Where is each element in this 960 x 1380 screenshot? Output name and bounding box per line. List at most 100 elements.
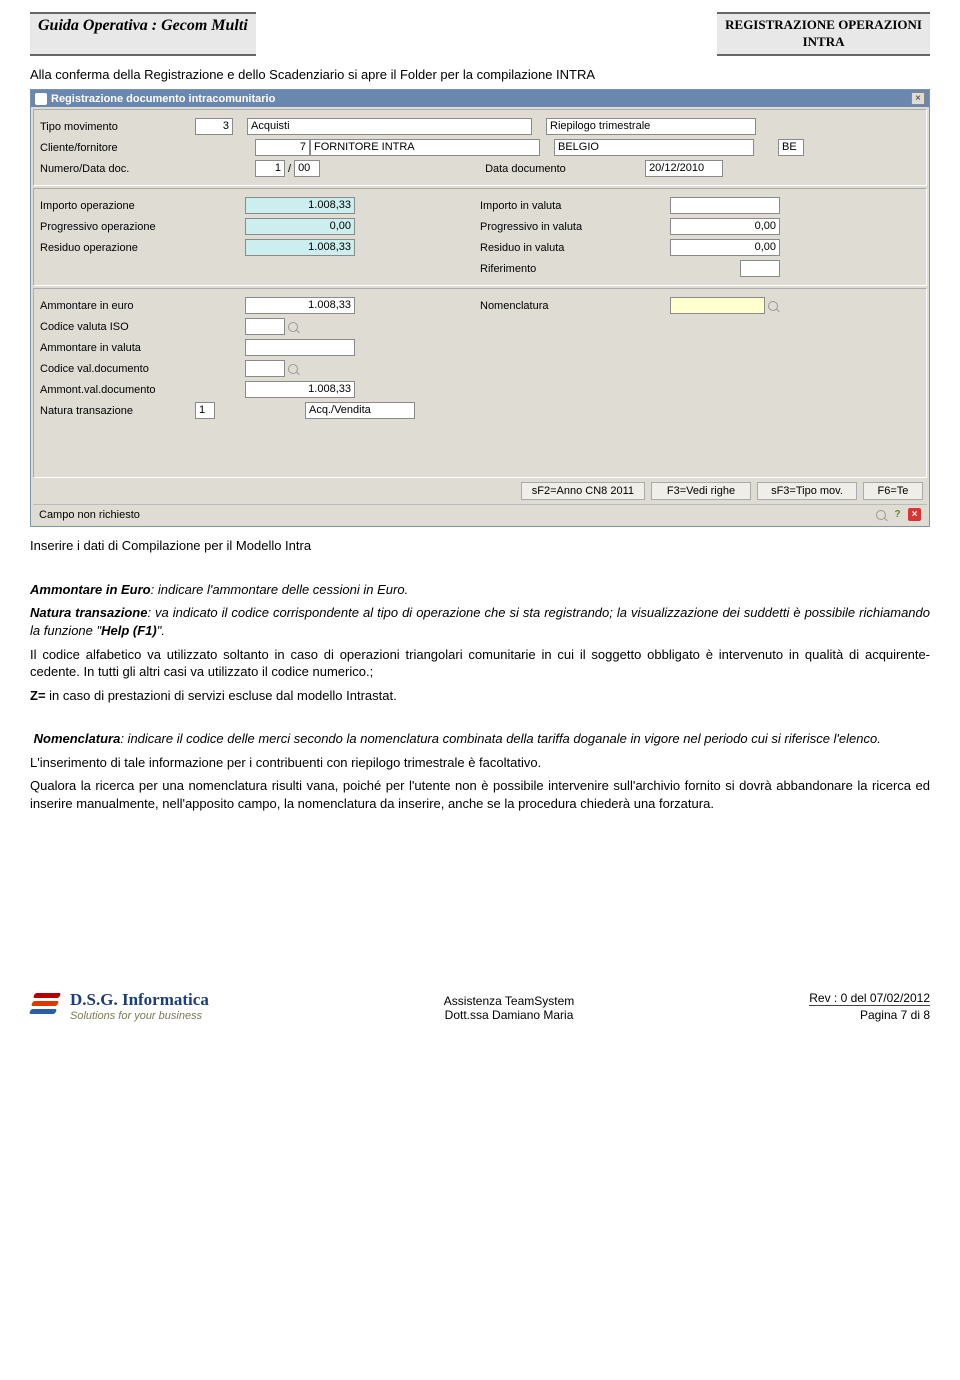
desc-text: ".: [157, 623, 165, 638]
header-right: REGISTRAZIONE OPERAZIONI INTRA: [717, 12, 930, 56]
lbl-cliente-fornitore: Cliente/fornitore: [40, 142, 195, 154]
help-icon[interactable]: ?: [891, 508, 904, 521]
lbl-ammontare-valuta: Ammontare in valuta: [40, 342, 195, 354]
panel-dettaglio: Ammontare in euro 1.008,33 Codice valuta…: [33, 288, 927, 478]
ammontare-valuta-field[interactable]: [245, 339, 355, 356]
paragraph-z: Z= in caso di prestazioni di servizi esc…: [30, 687, 930, 705]
logo-title: D.S.G. Informatica: [70, 990, 209, 1010]
lbl-natura-transazione: Natura transazione: [40, 405, 195, 417]
importo-valuta-field[interactable]: [670, 197, 780, 214]
paragraph-inserimento-facoltativo: L'inserimento di tale informazione per i…: [30, 754, 930, 772]
btn-anno-cn8[interactable]: sF2=Anno CN8 2011: [521, 482, 645, 500]
lbl-data-documento: Data documento: [485, 163, 605, 175]
panel-movimento: Tipo movimento 3 Acquisti Riepilogo trim…: [33, 109, 927, 186]
lbl-progressivo-operazione: Progressivo operazione: [40, 221, 195, 233]
importo-operazione-field[interactable]: 1.008,33: [245, 197, 355, 214]
ammont-val-documento-field[interactable]: 1.008,33: [245, 381, 355, 398]
desc-text: : va indicato il codice corrispondente a…: [30, 605, 930, 638]
desc-label: Nomenclatura: [34, 731, 121, 746]
header-right-line2: INTRA: [803, 34, 845, 49]
btn-vedi-righe[interactable]: F3=Vedi righe: [651, 482, 751, 500]
intro-paragraph: Alla conferma della Registrazione e dell…: [30, 66, 930, 84]
codice-valuta-iso-field[interactable]: [245, 318, 285, 335]
clifor-desc: FORNITORE INTRA: [310, 139, 540, 156]
num-doc-field[interactable]: 1: [255, 160, 285, 177]
iso-field: BE: [778, 139, 804, 156]
desc-label: Ammontare in Euro: [30, 582, 151, 597]
app-icon: [35, 93, 47, 105]
lbl-nomenclatura: Nomenclatura: [480, 300, 580, 312]
footer-author: Dott.ssa Damiano Maria: [444, 1008, 575, 1022]
help-hint: Help (F1): [101, 623, 157, 638]
header-left: Guida Operativa : Gecom Multi: [30, 12, 256, 56]
button-bar: sF2=Anno CN8 2011 F3=Vedi righe sF3=Tipo…: [33, 480, 927, 502]
clifor-code[interactable]: 7: [255, 139, 310, 156]
footer-center: Assistenza TeamSystem Dott.ssa Damiano M…: [444, 994, 575, 1022]
residuo-valuta-field[interactable]: 0,00: [670, 239, 780, 256]
lbl-residuo-operazione: Residuo operazione: [40, 242, 195, 254]
intra-window: Registrazione documento intracomunitario…: [30, 89, 930, 527]
ammontare-euro-field[interactable]: 1.008,33: [245, 297, 355, 314]
codice-val-documento-field[interactable]: [245, 360, 285, 377]
natura-transazione-code[interactable]: 1: [195, 402, 215, 419]
lbl-numero-data-doc: Numero/Data doc.: [40, 163, 195, 175]
search-icon[interactable]: [874, 508, 887, 521]
tipo-movimento-code[interactable]: 3: [195, 118, 233, 135]
paragraph-nomenclatura: Nomenclatura: indicare il codice delle m…: [30, 730, 930, 748]
progressivo-valuta-field[interactable]: 0,00: [670, 218, 780, 235]
logo-subtitle: Solutions for your business: [70, 1010, 209, 1022]
lbl-importo-operazione: Importo operazione: [40, 200, 195, 212]
page-header: Guida Operativa : Gecom Multi REGISTRAZI…: [30, 12, 930, 56]
desc-text: : indicare l'ammontare delle cessioni in…: [151, 582, 409, 597]
search-icon[interactable]: [768, 301, 778, 311]
status-bar: Campo non richiesto ? ×: [33, 504, 927, 524]
paragraph-codice-alfabetico: Il codice alfabetico va utilizzato solta…: [30, 646, 930, 681]
anno-doc-field[interactable]: 00: [294, 160, 320, 177]
footer-assistance: Assistenza TeamSystem: [444, 994, 575, 1008]
data-documento-field[interactable]: 20/12/2010: [645, 160, 723, 177]
lbl-ammontare-euro: Ammontare in euro: [40, 300, 195, 312]
progressivo-operazione-field[interactable]: 0,00: [245, 218, 355, 235]
lbl-codice-valuta-iso: Codice valuta ISO: [40, 321, 195, 333]
close-icon[interactable]: ×: [911, 92, 925, 105]
natura-transazione-desc: Acq./Vendita: [305, 402, 415, 419]
desc-text: : indicare il codice delle merci secondo…: [120, 731, 881, 746]
panel-importi: Importo operazione 1.008,33 Progressivo …: [33, 188, 927, 286]
lbl-importo-valuta: Importo in valuta: [480, 200, 630, 212]
lbl-codice-val-documento: Codice val.documento: [40, 363, 195, 375]
btn-tipo-mov[interactable]: sF3=Tipo mov.: [757, 482, 857, 500]
lbl-riferimento: Riferimento: [480, 263, 630, 275]
footer-logo: D.S.G. Informatica Solutions for your bu…: [30, 990, 209, 1022]
paragraph-natura-transazione: Natura transazione: va indicato il codic…: [30, 604, 930, 639]
paese-field: BELGIO: [554, 139, 754, 156]
lbl-progressivo-valuta: Progressivo in valuta: [480, 221, 630, 233]
search-icon[interactable]: [288, 322, 298, 332]
header-right-line1: REGISTRAZIONE OPERAZIONI: [725, 17, 922, 32]
lbl-residuo-valuta: Residuo in valuta: [480, 242, 630, 254]
z-label: Z=: [30, 688, 46, 703]
close-icon[interactable]: ×: [908, 508, 921, 521]
nomenclatura-field[interactable]: [670, 297, 765, 314]
window-titlebar: Registrazione documento intracomunitario…: [31, 90, 929, 107]
aftershot-paragraph: Inserire i dati di Compilazione per il M…: [30, 537, 930, 555]
page-footer: D.S.G. Informatica Solutions for your bu…: [0, 982, 960, 1034]
riepilogo-field: Riepilogo trimestrale: [546, 118, 756, 135]
z-text: in caso di prestazioni di servizi esclus…: [46, 688, 397, 703]
paragraph-ricerca-vana: Qualora la ricerca per una nomenclatura …: [30, 777, 930, 812]
doc-separator: /: [285, 163, 294, 175]
residuo-operazione-field[interactable]: 1.008,33: [245, 239, 355, 256]
footer-revision: Rev : 0 del 07/02/2012: [809, 991, 930, 1005]
desc-label: Natura transazione: [30, 605, 147, 620]
footer-page-number: Pagina 7 di 8: [809, 1005, 930, 1022]
paragraph-ammontare-euro: Ammontare in Euro: indicare l'ammontare …: [30, 581, 930, 599]
btn-te[interactable]: F6=Te: [863, 482, 923, 500]
status-text: Campo non richiesto: [39, 509, 140, 521]
riferimento-field[interactable]: [740, 260, 780, 277]
footer-right: Rev : 0 del 07/02/2012 Pagina 7 di 8: [809, 991, 930, 1022]
window-title: Registrazione documento intracomunitario: [51, 93, 275, 105]
search-icon[interactable]: [288, 364, 298, 374]
lbl-tipo-movimento: Tipo movimento: [40, 121, 195, 133]
logo-icon: [30, 991, 64, 1021]
tipo-movimento-desc: Acquisti: [247, 118, 532, 135]
lbl-ammont-val-documento: Ammont.val.documento: [40, 384, 195, 396]
